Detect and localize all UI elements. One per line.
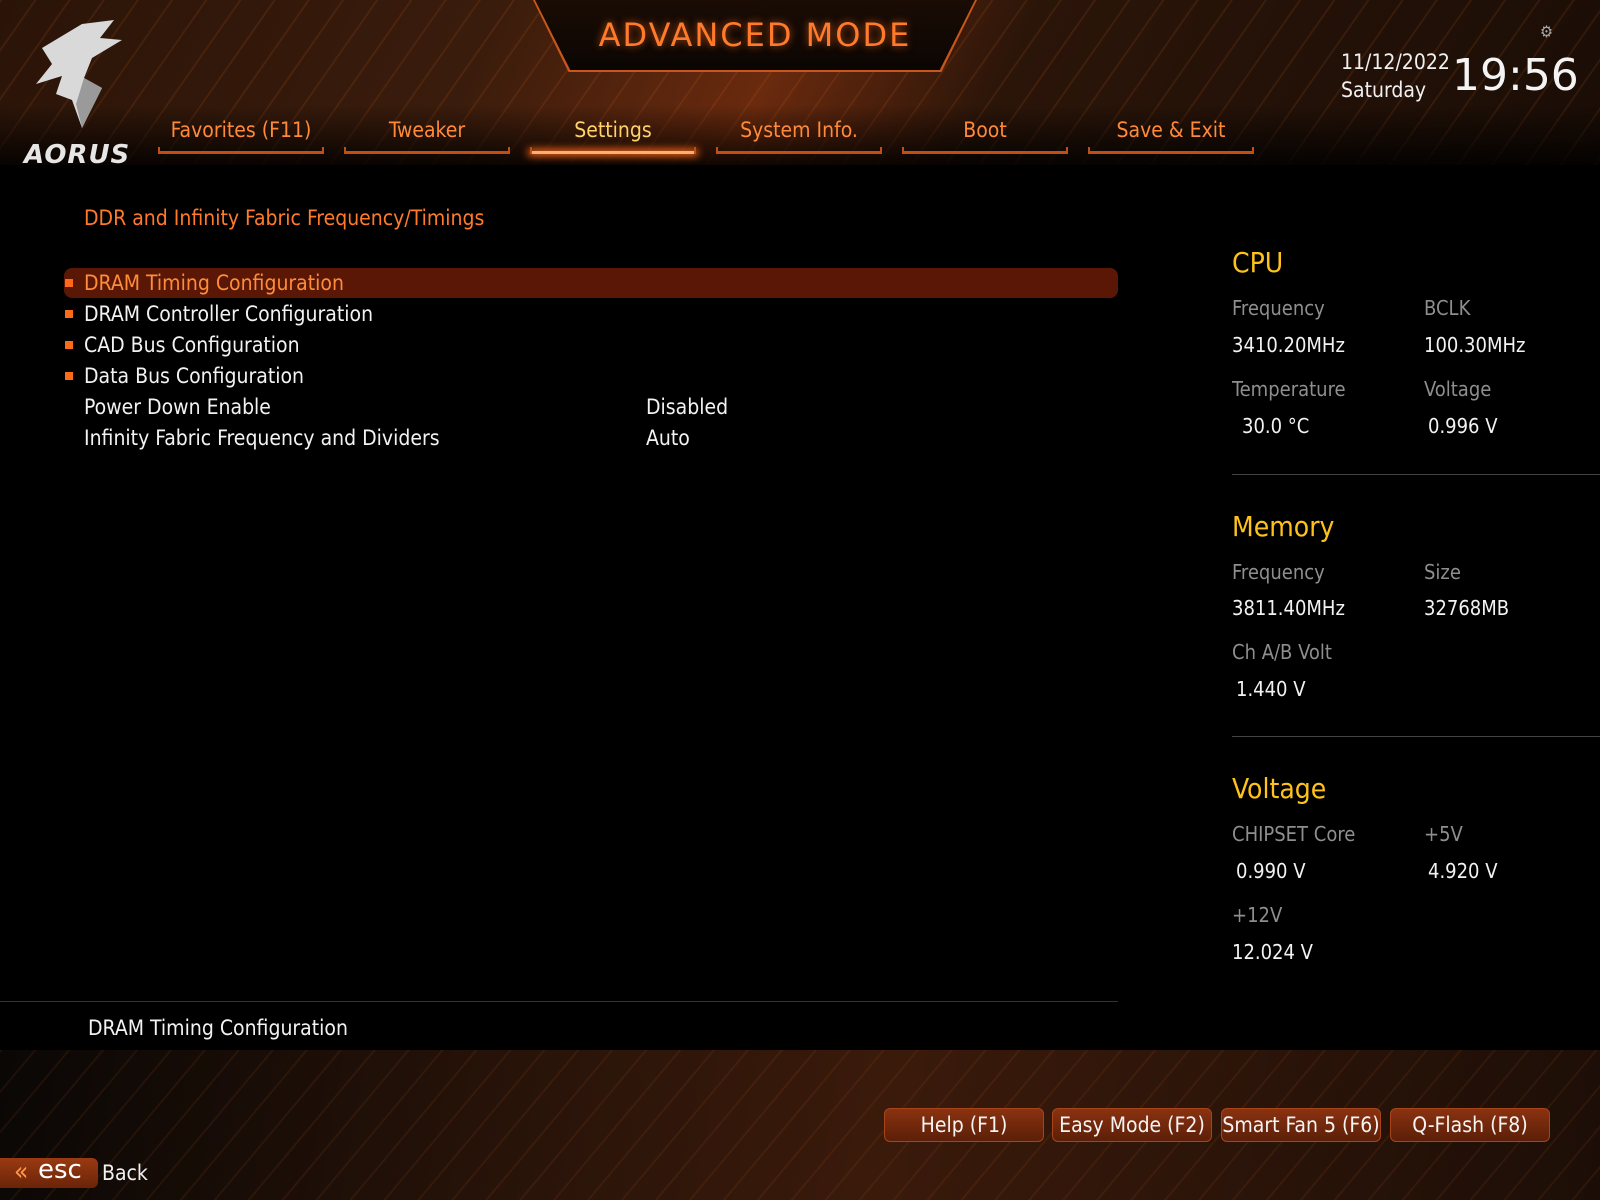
v12-value: 12.024 V <box>1232 940 1313 964</box>
menu-item-dram-controller[interactable]: DRAM Controller Configuration <box>64 299 1118 329</box>
cpu-section-title: CPU <box>1232 246 1284 279</box>
cpu-temperature-label: Temperature <box>1232 377 1346 401</box>
esc-button[interactable]: « esc <box>0 1155 98 1188</box>
breadcrumb: DDR and Infinity Fabric Frequency/Timing… <box>84 206 485 230</box>
memory-section-title: Memory <box>1232 510 1335 543</box>
memory-volt-label: Ch A/B Volt <box>1232 640 1332 664</box>
cpu-bclk-label: BCLK <box>1424 296 1471 320</box>
help-button[interactable]: Help (F1) <box>884 1108 1044 1142</box>
v5-value: 4.920 V <box>1428 859 1498 883</box>
menu-item-power-down-enable[interactable]: Power Down Enable Disabled <box>64 392 1118 422</box>
memory-frequency-value: 3811.40MHz <box>1232 596 1345 620</box>
double-chevron-left-icon: « <box>14 1157 29 1187</box>
date-text: 11/12/2022 <box>1341 50 1450 74</box>
menu-item-label: Data Bus Configuration <box>84 364 305 388</box>
cpu-frequency-value: 3410.20MHz <box>1232 333 1345 357</box>
menu-item-data-bus[interactable]: Data Bus Configuration <box>64 361 1118 391</box>
memory-size-label: Size <box>1424 560 1461 584</box>
q-flash-button[interactable]: Q-Flash (F8) <box>1390 1108 1550 1142</box>
chipset-core-value: 0.990 V <box>1236 859 1306 883</box>
setting-value[interactable]: Disabled <box>646 392 728 422</box>
tab-save-exit[interactable]: Save & Exit <box>1088 112 1254 154</box>
tab-label: Save & Exit <box>1116 118 1226 142</box>
menu-item-infinity-fabric[interactable]: Infinity Fabric Frequency and Dividers A… <box>64 423 1118 453</box>
esc-label: esc <box>38 1155 82 1185</box>
back-label[interactable]: Back <box>102 1161 148 1185</box>
cpu-voltage-value: 0.996 V <box>1428 414 1498 438</box>
memory-volt-value: 1.440 V <box>1236 677 1306 701</box>
tab-underline <box>902 147 1068 154</box>
memory-size-value: 32768MB <box>1424 596 1510 620</box>
tab-favorites[interactable]: Favorites (F11) <box>158 112 324 154</box>
v5-label: +5V <box>1424 822 1463 846</box>
tab-boot[interactable]: Boot <box>902 112 1068 154</box>
menu-item-label: CAD Bus Configuration <box>84 333 300 357</box>
menu-item-cad-bus[interactable]: CAD Bus Configuration <box>64 330 1118 360</box>
menu-item-label: Infinity Fabric Frequency and Dividers <box>84 426 440 450</box>
tab-label: System Info. <box>740 118 858 142</box>
date-display: 11/12/2022 Saturday <box>1341 48 1450 104</box>
tab-system-info[interactable]: System Info. <box>716 112 882 154</box>
tab-label: Boot <box>963 118 1007 142</box>
clock: 19:56 <box>1452 50 1579 101</box>
setting-value[interactable]: Auto <box>646 423 690 453</box>
panel-separator <box>1232 474 1600 475</box>
submenu-bullet-icon <box>65 279 73 287</box>
day-text: Saturday <box>1341 78 1427 102</box>
mode-title: ADVANCED MODE <box>598 16 912 54</box>
tab-label: Tweaker <box>388 118 466 142</box>
tab-underline <box>158 147 324 154</box>
tab-underline <box>530 147 696 154</box>
chipset-core-label: CHIPSET Core <box>1232 822 1356 846</box>
brand-wordmark: AORUS <box>24 140 131 170</box>
submenu-bullet-icon <box>65 341 73 349</box>
menu-item-label: DRAM Timing Configuration <box>84 271 344 295</box>
menu-item-label: Power Down Enable <box>84 395 271 419</box>
tab-underline <box>344 147 510 154</box>
submenu-bullet-icon <box>65 310 73 318</box>
cpu-frequency-label: Frequency <box>1232 296 1325 320</box>
smart-fan-button[interactable]: Smart Fan 5 (F6) <box>1221 1108 1381 1142</box>
panel-separator <box>1232 736 1600 737</box>
tab-tweaker[interactable]: Tweaker <box>344 112 510 154</box>
tab-label: Favorites (F11) <box>170 118 312 142</box>
help-description: DRAM Timing Configuration <box>88 1016 348 1040</box>
tab-label: Settings <box>574 118 652 142</box>
cpu-voltage-label: Voltage <box>1424 377 1492 401</box>
menu-item-label: DRAM Controller Configuration <box>84 302 374 326</box>
menu-item-dram-timing[interactable]: DRAM Timing Configuration <box>64 268 1118 298</box>
v12-label: +12V <box>1232 903 1283 927</box>
memory-frequency-label: Frequency <box>1232 560 1325 584</box>
tab-underline <box>716 147 882 154</box>
cpu-bclk-value: 100.30MHz <box>1424 333 1526 357</box>
tab-settings[interactable]: Settings <box>530 112 696 154</box>
help-divider <box>0 1001 1118 1002</box>
gear-icon[interactable]: ⚙ <box>1540 24 1556 40</box>
tab-underline <box>1088 147 1254 154</box>
easy-mode-button[interactable]: Easy Mode (F2) <box>1052 1108 1212 1142</box>
submenu-bullet-icon <box>65 372 73 380</box>
cpu-temperature-value: 30.0 °C <box>1242 414 1310 438</box>
voltage-section-title: Voltage <box>1232 772 1327 805</box>
